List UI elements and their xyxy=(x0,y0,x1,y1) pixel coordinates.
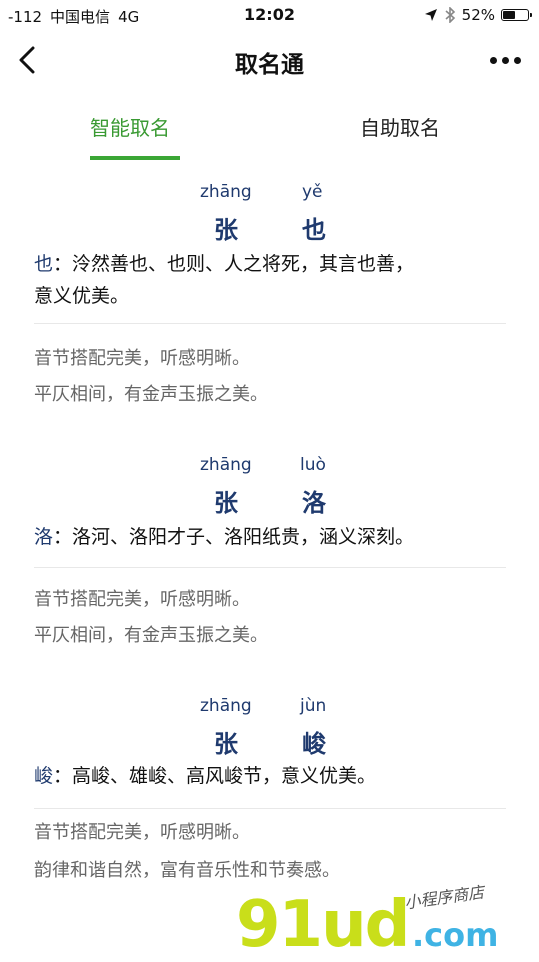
pinyin-given: jùn xyxy=(300,696,327,716)
tone-note: 平仄相间，有金声玉振之美。 xyxy=(34,384,268,405)
rhythm-note: 韵律和谐自然，富有音乐性和节奏感。 xyxy=(34,860,340,881)
battery-icon xyxy=(501,9,532,21)
name-meaning: 也：泠然善也、也则、人之将死，其言也善， 意义优美。 xyxy=(34,248,514,312)
given-char: 洛 xyxy=(302,489,326,517)
pinyin-surname: zhāng xyxy=(200,455,252,475)
meaning-char: 也 xyxy=(34,253,54,275)
page-title: 取名通 xyxy=(235,52,304,78)
meaning-line: ：泠然善也、也则、人之将死，其言也善， xyxy=(53,253,415,275)
active-tab-indicator xyxy=(90,156,180,160)
meaning-line: ：洛河、洛阳才子、洛阳纸贵，涵义深刻。 xyxy=(53,526,415,548)
given-char: 峻 xyxy=(302,730,326,758)
name-meaning: 峻：高峻、雄峻、高风峻节，意义优美。 xyxy=(34,760,514,792)
pinyin-given: yě xyxy=(302,182,323,202)
meaning-char: 洛 xyxy=(34,526,54,548)
meaning-line: ：高峻、雄峻、高风峻节，意义优美。 xyxy=(53,765,377,787)
tab-bar: 智能取名 自助取名 xyxy=(0,98,539,162)
more-dot xyxy=(501,56,509,64)
divider xyxy=(34,323,506,324)
tone-note: 平仄相间，有金声玉振之美。 xyxy=(34,625,268,646)
meaning-char: 峻 xyxy=(34,765,54,787)
battery-fill xyxy=(503,11,515,19)
pinyin-given: luò xyxy=(300,455,326,475)
tab-self-naming[interactable]: 自助取名 xyxy=(360,112,440,141)
divider xyxy=(34,808,506,809)
surname-char: 张 xyxy=(214,489,238,517)
status-bar: -112 中国电信 4G 12:02 52% xyxy=(0,0,539,32)
meaning-line: 意义优美。 xyxy=(34,285,130,307)
sound-note: 音节搭配完美，听感明晰。 xyxy=(34,589,250,610)
watermark-suffix: .com xyxy=(412,916,499,954)
status-right: 52% xyxy=(424,6,532,24)
bluetooth-icon xyxy=(445,7,455,23)
divider xyxy=(34,567,506,568)
pinyin-surname: zhāng xyxy=(200,182,252,202)
watermark-tagline: 小程序商店 xyxy=(403,882,486,913)
watermark-logo: 91ud .com 小程序商店 xyxy=(236,880,536,962)
sound-note: 音节搭配完美，听感明晰。 xyxy=(34,348,250,369)
name-meaning: 洛：洛河、洛阳才子、洛阳纸贵，涵义深刻。 xyxy=(34,521,514,553)
more-dot xyxy=(513,56,521,64)
battery-percent: 52% xyxy=(461,6,495,24)
more-dots-icon xyxy=(489,56,497,64)
tab-smart-naming[interactable]: 智能取名 xyxy=(90,112,170,141)
pinyin-surname: zhāng xyxy=(200,696,252,716)
navigation-bar: 取名通 xyxy=(0,32,539,88)
sound-note: 音节搭配完美，听感明晰。 xyxy=(34,822,250,843)
watermark-brand: 91ud xyxy=(236,888,410,962)
given-char: 也 xyxy=(302,216,326,244)
surname-char: 张 xyxy=(214,216,238,244)
surname-char: 张 xyxy=(214,730,238,758)
more-options-button[interactable] xyxy=(485,46,525,74)
location-arrow-icon xyxy=(424,9,437,21)
